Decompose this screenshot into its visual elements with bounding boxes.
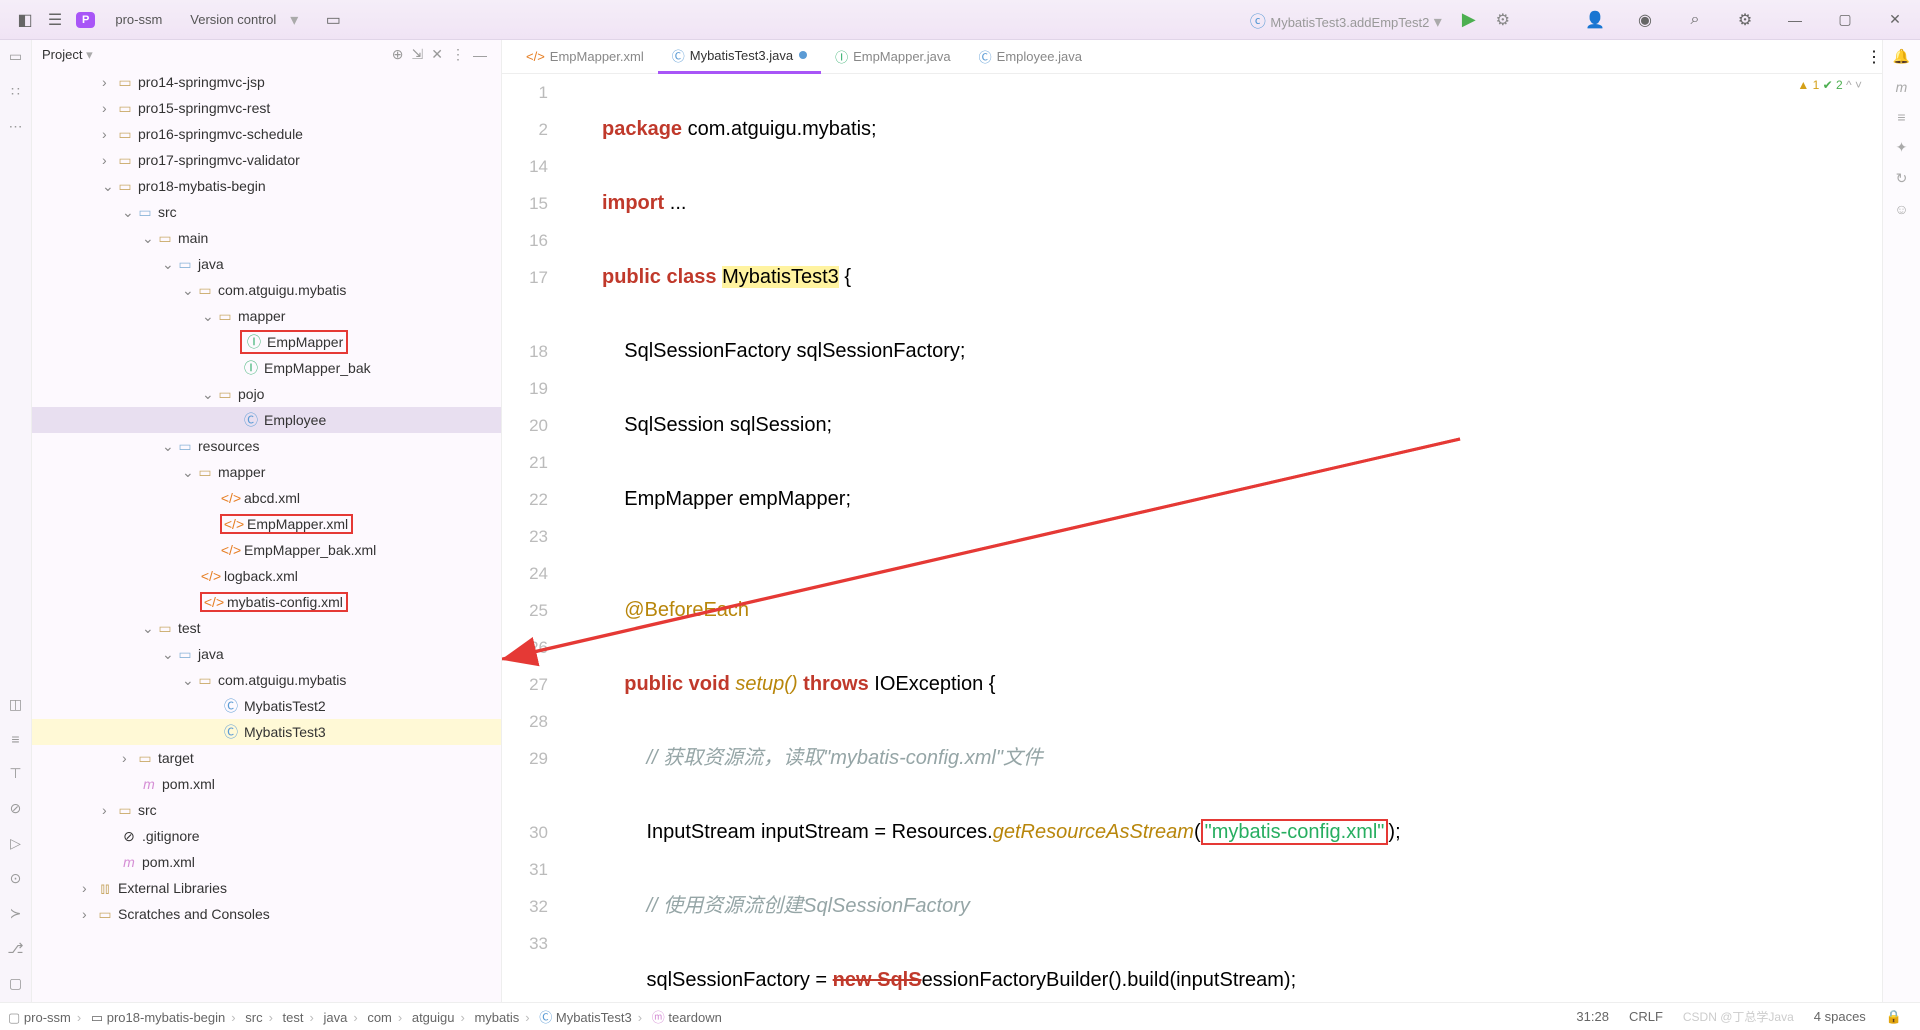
vcs-tool-icon[interactable]: ⎇	[7, 940, 23, 957]
history-tool-icon[interactable]: ↻	[1896, 170, 1908, 187]
project-tree[interactable]: ›▭pro14-springmvc-jsp ›▭pro15-springmvc-…	[32, 69, 501, 1002]
tab-employee[interactable]: ⒸEmployee.java	[965, 40, 1096, 74]
tree-item[interactable]: </>mybatis-config.xml	[32, 589, 501, 615]
tree-item[interactable]: </>EmpMapper.xml	[32, 511, 501, 537]
more-tool-icon[interactable]: ⋯	[9, 118, 23, 135]
options-icon[interactable]: ⋮	[451, 46, 465, 63]
status-bar: ▢ pro-ssm› ▭ pro18-mybatis-begin› src› t…	[0, 1002, 1920, 1030]
emoji-tool-icon[interactable]: ☺	[1894, 201, 1908, 217]
tree-item[interactable]: ⒸEmployee	[32, 407, 501, 433]
left-tool-strip: ▭ ∷ ⋯ ◫ ≡ ⊤ ⊘ ▷ ⊙ ≻ ⎇ ▢	[0, 40, 32, 1002]
tree-item[interactable]: ⌄▭java	[32, 641, 501, 667]
tool-icon-b[interactable]: ⊘	[10, 800, 22, 817]
project-tool-icon[interactable]: ▭	[9, 48, 22, 65]
tree-item[interactable]: ›⫾⫾External Libraries	[32, 875, 501, 901]
tree-item[interactable]: ⒸMybatisTest2	[32, 693, 501, 719]
run-tool-icon[interactable]: ▷	[10, 835, 21, 852]
minimize-button[interactable]: —	[1780, 12, 1810, 28]
project-badge: P	[76, 12, 95, 28]
project-name[interactable]: pro-ssm	[115, 12, 162, 27]
code-editor[interactable]: ▲ 1 ✔ 2 ^ ˅ 1214151617 18192021222324252…	[502, 74, 1882, 1002]
tree-item[interactable]: ⌄▭resources	[32, 433, 501, 459]
tree-item[interactable]: ⌄▭com.atguigu.mybatis	[32, 667, 501, 693]
tree-item[interactable]: ⌄▭com.atguigu.mybatis	[32, 277, 501, 303]
close-button[interactable]: ✕	[1880, 11, 1910, 28]
tree-item[interactable]: ›▭pro15-springmvc-rest	[32, 95, 501, 121]
project-panel-title: Project	[42, 47, 82, 62]
tree-item[interactable]: ⒾEmpMapper_bak	[32, 355, 501, 381]
tree-item[interactable]: ⒾEmpMapper	[32, 329, 501, 355]
titlebar: ◧ ☰ P pro-ssm Version control ▾ ▭ ⓒ Myba…	[0, 0, 1920, 40]
tree-item[interactable]: ⌄▭mapper	[32, 459, 501, 485]
tree-item[interactable]: ⌄▭pro18-mybatis-begin	[32, 173, 501, 199]
locate-icon[interactable]: ⊕	[392, 46, 404, 63]
user-icon[interactable]: 👤	[1580, 5, 1610, 35]
line-separator[interactable]: CRLF	[1629, 1009, 1663, 1024]
caret-position[interactable]: 31:28	[1576, 1009, 1609, 1024]
run-config-dropdown[interactable]: ⓒ MybatisTest3.addEmpTest2 ▾	[1250, 8, 1442, 32]
maximize-button[interactable]: ▢	[1830, 11, 1860, 28]
version-control[interactable]: Version control	[190, 12, 276, 27]
tree-item[interactable]: </>EmpMapper_bak.xml	[32, 537, 501, 563]
ai-tool-icon[interactable]: ✦	[1896, 139, 1908, 156]
tree-item[interactable]: ⌄▭java	[32, 251, 501, 277]
project-panel-header: Project ▾ ⊕ ⇲ ✕ ⋮ —	[32, 40, 501, 69]
tab-mybatistest3[interactable]: ⒸMybatisTest3.java	[658, 40, 821, 74]
hide-icon[interactable]: —	[473, 47, 487, 63]
modified-dot-icon	[799, 51, 807, 59]
folder-icon[interactable]: ▭	[318, 5, 348, 35]
tree-item[interactable]: ⊘.gitignore	[32, 823, 501, 849]
build-tool-icon[interactable]: ▢	[9, 975, 22, 992]
tabs-options-icon[interactable]: ⋮	[1866, 47, 1882, 67]
readonly-icon[interactable]: 🔒	[1886, 1009, 1902, 1025]
tree-item[interactable]: ⌄▭src	[32, 199, 501, 225]
tree-item[interactable]: ›▭src	[32, 797, 501, 823]
bookmark-icon[interactable]: ◫	[9, 696, 22, 713]
editor-tabs: </>EmpMapper.xml ⒸMybatisTest3.java ⒾEmp…	[502, 40, 1882, 74]
tab-empmapper-xml[interactable]: </>EmpMapper.xml	[512, 40, 658, 74]
tree-item[interactable]: mpom.xml	[32, 849, 501, 875]
tree-item[interactable]: </>logback.xml	[32, 563, 501, 589]
editor-area: </>EmpMapper.xml ⒸMybatisTest3.java ⒾEmp…	[502, 40, 1882, 1002]
watermark: CSDN @丁总学Java	[1683, 1008, 1794, 1025]
maven-tool-icon[interactable]: m	[1896, 79, 1908, 95]
tree-item[interactable]: ⌄▭test	[32, 615, 501, 641]
db-icon[interactable]: ≡	[11, 731, 19, 747]
settings-icon[interactable]: ⚙	[1730, 5, 1760, 35]
notifications-icon[interactable]: 🔔	[1893, 48, 1910, 65]
tab-empmapper-java[interactable]: ⒾEmpMapper.java	[821, 40, 965, 74]
search-icon[interactable]: ⌕	[1680, 5, 1710, 35]
updates-icon[interactable]: ◉	[1630, 5, 1660, 35]
tree-item[interactable]: ⒸMybatisTest3	[32, 719, 501, 745]
db-tool-icon[interactable]: ≡	[1897, 109, 1905, 125]
tree-item[interactable]: ›▭pro17-springmvc-validator	[32, 147, 501, 173]
structure-tool-icon[interactable]: ∷	[11, 83, 20, 100]
tree-item[interactable]: </>abcd.xml	[32, 485, 501, 511]
tree-item[interactable]: mpom.xml	[32, 771, 501, 797]
tool-icon-c[interactable]: ⊙	[10, 870, 22, 887]
breadcrumb[interactable]: ▢ pro-ssm› ▭ pro18-mybatis-begin› src› t…	[8, 1007, 722, 1026]
tree-item[interactable]: ⌄▭pojo	[32, 381, 501, 407]
terminal-icon[interactable]: ≻	[10, 905, 22, 922]
debug-button[interactable]: ⚙	[1496, 10, 1510, 30]
run-button[interactable]: ▶	[1462, 9, 1476, 30]
tree-item[interactable]: ›▭target	[32, 745, 501, 771]
tree-item[interactable]: ⌄▭main	[32, 225, 501, 251]
right-tool-strip: 🔔 m ≡ ✦ ↻ ☺	[1882, 40, 1920, 1002]
collapse-icon[interactable]: ✕	[431, 46, 443, 63]
indent-info[interactable]: 4 spaces	[1814, 1009, 1866, 1024]
code-content[interactable]: package com.atguigu.mybatis; import ... …	[562, 74, 1882, 1002]
expand-icon[interactable]: ⇲	[412, 46, 424, 63]
menu-icon[interactable]: ☰	[40, 5, 70, 35]
tree-item[interactable]: ›▭pro14-springmvc-jsp	[32, 69, 501, 95]
gutter[interactable]: 1214151617 181920212223242526272829 3031…	[502, 74, 562, 1002]
tree-item[interactable]: ›▭pro16-springmvc-schedule	[32, 121, 501, 147]
tool-icon-a[interactable]: ⊤	[9, 765, 21, 782]
project-panel: Project ▾ ⊕ ⇲ ✕ ⋮ — ›▭pro14-springmvc-js…	[32, 40, 502, 1002]
app-icon[interactable]: ◧	[10, 5, 40, 35]
tree-item[interactable]: ⌄▭mapper	[32, 303, 501, 329]
tree-item[interactable]: ›▭Scratches and Consoles	[32, 901, 501, 927]
